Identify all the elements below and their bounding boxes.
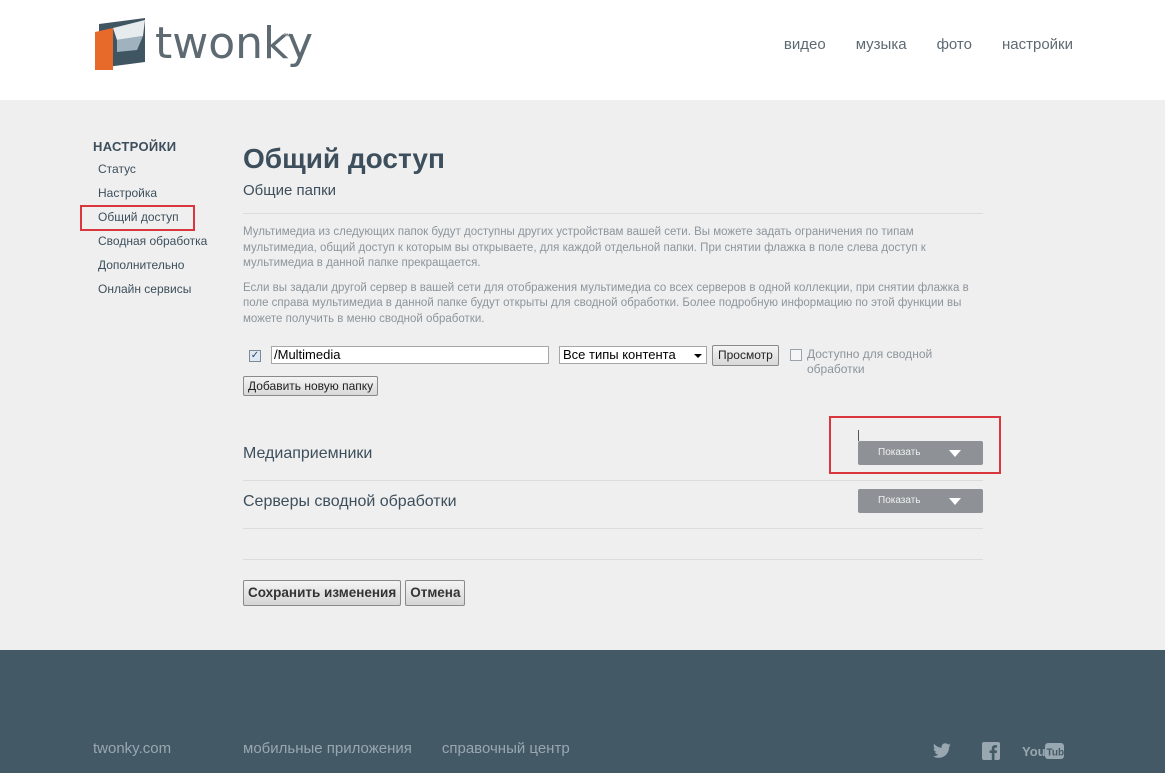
sidebar-item-aggregation[interactable]: Сводная обработка (93, 232, 223, 256)
main-content: Общий доступ Общие папки Мультимедиа из … (243, 140, 1001, 606)
logo-wordmark: twonky (155, 18, 313, 69)
settings-sidebar: НАСТРОЙКИ Статус Настройка Общий доступ … (80, 139, 223, 304)
sidebar-item-online-services[interactable]: Онлайн сервисы (93, 280, 223, 304)
highlight-box (80, 205, 195, 231)
folder-path-input[interactable]: /Multimedia (271, 346, 549, 364)
sidebar-title: НАСТРОЙКИ (93, 139, 177, 154)
content-type-select[interactable]: Все типы контента (559, 346, 707, 364)
svg-text:You: You (1022, 744, 1046, 759)
svg-text:Tube: Tube (1047, 748, 1065, 759)
sidebar-item-status[interactable]: Статус (93, 160, 223, 184)
nav-settings[interactable]: настройки (1002, 36, 1073, 53)
twonky-logo[interactable]: twonky ™ (93, 16, 313, 72)
browse-button[interactable]: Просмотр (712, 345, 779, 366)
shared-folder-row: ✓ /Multimedia Все типы контента Просмотр… (243, 345, 983, 376)
add-folder-button[interactable]: Добавить новую папку (243, 376, 379, 396)
page-subtitle: Общие папки (243, 182, 337, 199)
description-aggregation: Если вы задали другой сервер в вашей сет… (243, 281, 969, 325)
nav-music[interactable]: музыка (856, 36, 907, 53)
aggregation-label: Доступно для сводной обработки (807, 347, 933, 376)
content-type-value: Все типы контента (563, 347, 676, 362)
media-receivers-label: Медиаприемники (243, 445, 373, 462)
cancel-button[interactable]: Отмена (405, 580, 466, 606)
save-button[interactable]: Сохранить изменения (243, 580, 402, 606)
dropdown-arrow-icon (694, 354, 702, 358)
sidebar-item-sharing[interactable]: Общий доступ (80, 205, 223, 232)
twonky-logo-icon (95, 18, 145, 70)
facebook-icon[interactable] (982, 742, 1000, 760)
form-actions: Сохранить изменения Отмена (243, 580, 983, 606)
footer-link-site[interactable]: twonky.com (93, 740, 243, 757)
youtube-icon[interactable]: You Tube (1022, 742, 1064, 760)
show-servers-button[interactable]: Показать (858, 489, 983, 513)
aggregation-checkbox[interactable] (790, 349, 802, 361)
twitter-icon[interactable] (932, 743, 952, 759)
divider (243, 559, 983, 560)
folder-enabled-checkbox[interactable]: ✓ (249, 350, 261, 362)
nav-video[interactable]: видео (784, 36, 826, 53)
aggregation-servers-label: Серверы сводной обработки (243, 493, 457, 510)
top-navigation: видео музыка фото настройки (784, 36, 1073, 53)
highlight-box (829, 416, 1001, 474)
social-links: You Tube (932, 742, 1064, 760)
media-receivers-section: Медиаприемники Показать (243, 416, 1001, 481)
page-title: Общий доступ (243, 143, 445, 174)
logo-trademark: ™ (283, 32, 291, 41)
show-button-label: Показать (878, 495, 921, 506)
sidebar-item-advanced[interactable]: Дополнительно (93, 256, 223, 280)
divider (243, 213, 983, 214)
footer-link-help-center[interactable]: справочный центр (442, 740, 570, 757)
header: twonky ™ видео музыка фото настройки (0, 0, 1165, 100)
footer-links: twonky.com мобильные приложения справочн… (93, 740, 570, 757)
footer-link-mobile-apps[interactable]: мобильные приложения (243, 740, 412, 757)
nav-photo[interactable]: фото (937, 36, 972, 53)
chevron-down-icon (949, 498, 961, 505)
aggregation-servers-section: Серверы сводной обработки Показать (243, 481, 983, 529)
footer: twonky.com мобильные приложения справочн… (0, 650, 1165, 773)
description-sharing: Мультимедиа из следующих папок будут дос… (243, 226, 926, 269)
